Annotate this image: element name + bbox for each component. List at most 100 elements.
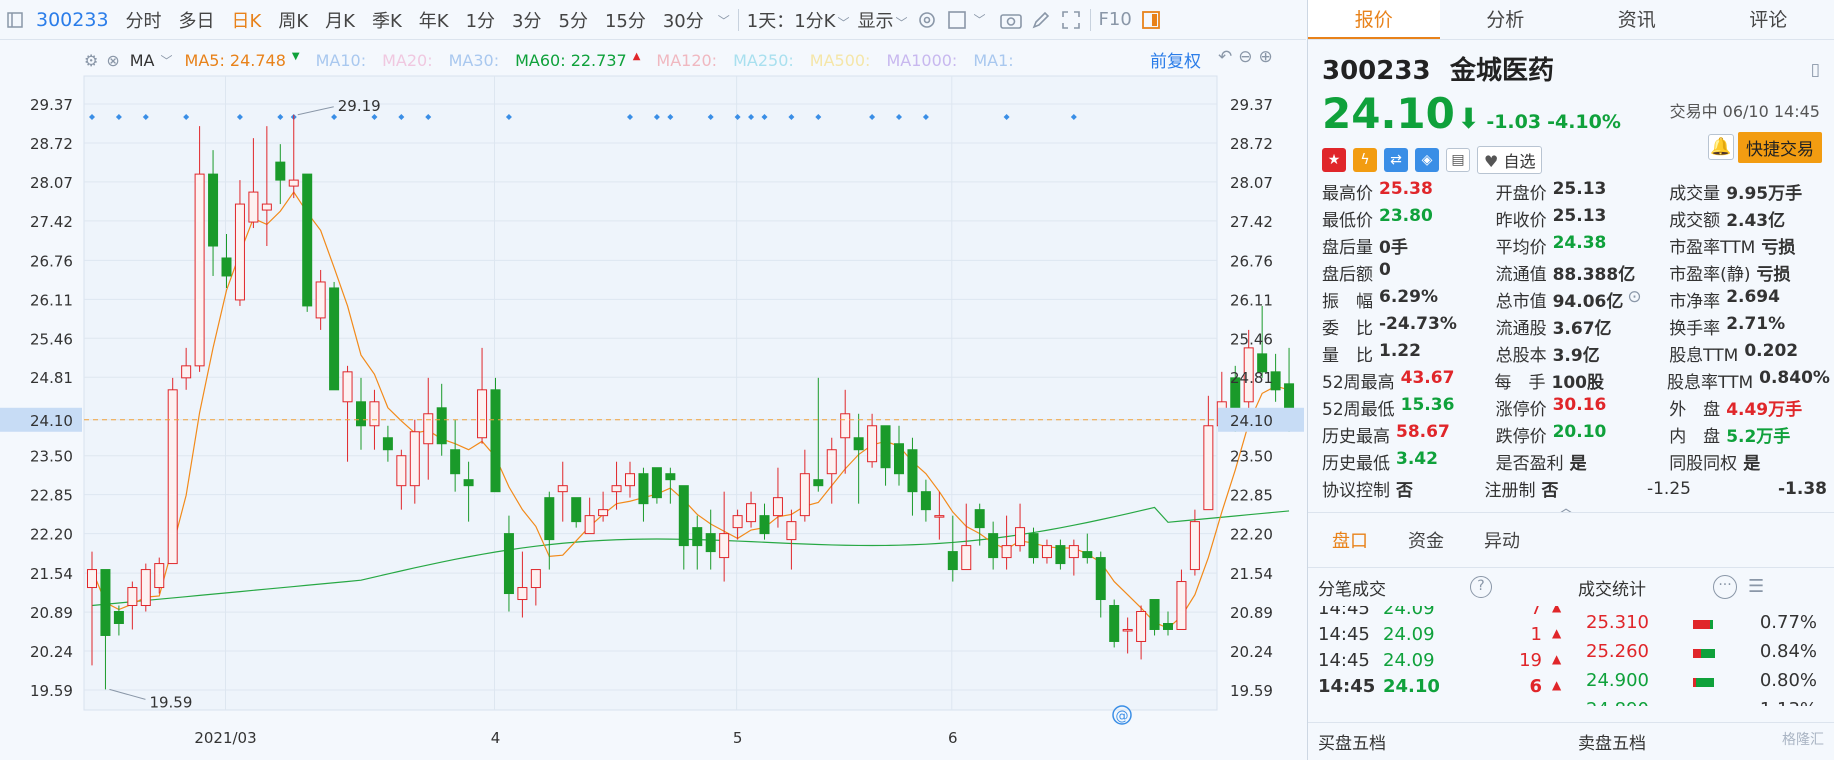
- stock-code-tab[interactable]: 300233: [30, 9, 117, 31]
- fullscreen-icon[interactable]: [1056, 5, 1086, 35]
- gear-icon[interactable]: [912, 5, 942, 35]
- sell-five-tab[interactable]: 卖盘五档: [1578, 729, 1646, 754]
- y-tick-label: 28.07: [1230, 174, 1273, 192]
- panel-layout-icon[interactable]: ▯: [1811, 60, 1820, 80]
- ma-legend-item: MA10:: [315, 50, 367, 70]
- y-tick-label: 20.89: [30, 604, 73, 622]
- stat-cell: 盘后量 0手: [1322, 233, 1496, 258]
- stat-cell: 同股同权是: [1669, 449, 1827, 474]
- period-tab[interactable]: 30分: [654, 7, 712, 33]
- ma-legend-item: MA30:: [448, 50, 500, 70]
- trade-volume: 7: [1530, 606, 1542, 619]
- volume-bar: [1693, 649, 1715, 658]
- display-select[interactable]: 显示 ﹀: [854, 7, 912, 33]
- panel-tab[interactable]: 资金: [1408, 527, 1444, 553]
- add-watchlist-button[interactable]: ♥ 自选: [1477, 146, 1543, 174]
- undo-icon[interactable]: ↶: [1218, 47, 1232, 67]
- chevron-down-icon[interactable]: ﹀: [974, 11, 986, 28]
- y-tick-label: 22.85: [1230, 487, 1273, 505]
- period-tab[interactable]: 多日: [170, 7, 223, 33]
- close-icon[interactable]: ⊗: [106, 51, 119, 70]
- bell-icon[interactable]: 🔔: [1708, 134, 1734, 160]
- chart-toolbar: 300233 分时 多日 日K 周K 月K 季K 年K 1分 3分 5分 15分 30分 ﹀ 1天：1…: [0, 0, 1306, 40]
- square-icon[interactable]: [942, 5, 972, 35]
- candle-body: [571, 497, 582, 523]
- tag-icon[interactable]: ◈: [1415, 148, 1439, 172]
- buy-five-tab[interactable]: 买盘五档: [1318, 729, 1386, 754]
- period-tab[interactable]: 分时: [117, 7, 170, 33]
- y-tick-label: 28.07: [30, 174, 73, 192]
- app-window: 300233 分时 多日 日K 周K 月K 季K 年K 1分 3分 5分 15分 30分 ﹀ 1天：1…: [0, 0, 1834, 760]
- stat-row: 最低价 23.80 昨收价 25.13 成交额 2.43亿: [1322, 205, 1827, 232]
- stat-row: 历史最低 3.42 是否盈利是同股同权是: [1322, 448, 1827, 475]
- chevron-down-icon[interactable]: ﹀: [161, 52, 173, 69]
- period-dropdown[interactable]: ﹀: [712, 9, 734, 30]
- quote-tab[interactable]: 评论: [1703, 0, 1834, 39]
- more-icon[interactable]: ···: [1713, 575, 1737, 599]
- trade-price: 24.09: [1383, 650, 1435, 671]
- quote-tabs: 报价 分析 资讯 评论: [1308, 0, 1834, 40]
- high-annotation: 29.19: [338, 97, 381, 115]
- ma-legend-item: MA1:: [973, 50, 1014, 70]
- list-item: 25.260 0.84%: [1578, 641, 1834, 667]
- stat-value: 23.80: [1379, 206, 1433, 226]
- period-tab[interactable]: 日K: [223, 7, 270, 33]
- panel-toggle-icon[interactable]: [1136, 5, 1166, 35]
- stat-cell: 昨收价 25.13: [1496, 206, 1670, 231]
- y-tick-label: 27.42: [30, 213, 73, 231]
- period-tab[interactable]: 5分: [550, 7, 596, 33]
- panel-tab[interactable]: 异动: [1484, 527, 1520, 553]
- china-flag-icon[interactable]: ★: [1322, 148, 1346, 172]
- period-tab[interactable]: 1分: [457, 7, 503, 33]
- pencil-icon[interactable]: [1026, 5, 1056, 35]
- period-tab[interactable]: 年K: [410, 7, 457, 33]
- interval-select[interactable]: 1天：1分K ﹀: [743, 7, 854, 33]
- list-icon[interactable]: ☰: [1748, 576, 1764, 597]
- stat-price: 25.260: [1586, 641, 1649, 662]
- stat-label: 历史最高: [1322, 427, 1390, 447]
- stat-value: 6.29%: [1379, 287, 1438, 307]
- stat-value: 15.36: [1400, 395, 1455, 415]
- candle-body: [154, 563, 165, 589]
- volume-stats-list[interactable]: 25.310 0.77% 25.260 0.84% 24.900 0.80% 24.890 1…: [1578, 606, 1834, 706]
- adjust-mode-button[interactable]: 前复权: [1150, 47, 1201, 72]
- period-tab[interactable]: 3分: [503, 7, 549, 33]
- kline-chart[interactable]: 29.37 29.37 28.72 28.72 28.07 28.07 27.42 27.42…: [0, 41, 1306, 760]
- list-item: 24.900 0.80%: [1578, 670, 1834, 696]
- zoom-in-icon[interactable]: ⊕: [1259, 47, 1273, 67]
- period-tab[interactable]: 季K: [363, 7, 410, 33]
- stat-cell: 跌停价 20.10: [1496, 422, 1670, 447]
- candle-body: [1095, 557, 1106, 601]
- period-tab[interactable]: 15分: [596, 7, 654, 33]
- period-tab[interactable]: 月K: [316, 7, 363, 33]
- bookmark-icon[interactable]: ▤: [1446, 148, 1470, 172]
- quote-tab[interactable]: 报价: [1308, 0, 1440, 39]
- help-icon[interactable]: ?: [1470, 576, 1492, 598]
- stat-value: 否: [1541, 481, 1559, 501]
- stat-cell: 52周最高 43.67: [1322, 368, 1495, 393]
- candle-body: [194, 173, 205, 367]
- more-icon[interactable]: ⊙: [1627, 287, 1641, 312]
- candle-body: [907, 449, 918, 493]
- quote-tab[interactable]: 分析: [1440, 0, 1572, 39]
- quick-trade-button[interactable]: 快捷交易: [1738, 132, 1822, 163]
- shuffle-icon[interactable]: ⇄: [1384, 148, 1408, 172]
- f10-button[interactable]: F10: [1095, 9, 1136, 30]
- ma-legend: ⚙ ⊗ MA ﹀ MA5: 24.748 ▼ MA10: MA20: MA30: MA60…: [84, 45, 1030, 75]
- stat-label: 同股同权: [1669, 454, 1738, 474]
- camera-icon[interactable]: [996, 5, 1026, 35]
- tick-trades-list[interactable]: 14:45 24.09 7 ▲ 14:45 24.09 1 ▲ 14:45 24.09 19 ▲ 14:…: [1308, 606, 1572, 706]
- kline-svg[interactable]: 29.37 29.37 28.72 28.72 28.07 28.07 27.42 27.42…: [0, 41, 1306, 760]
- period-tab[interactable]: 周K: [269, 7, 316, 33]
- panel-tab[interactable]: 盘口: [1332, 527, 1368, 553]
- stat-label: 市盈率(静): [1669, 265, 1751, 285]
- candle-body: [867, 425, 878, 463]
- zoom-out-icon[interactable]: ⊖: [1238, 47, 1252, 67]
- settings-icon[interactable]: ⚙: [84, 51, 98, 70]
- quote-tab[interactable]: 资讯: [1571, 0, 1703, 39]
- stat-cell: 市盈率(静) 亏损: [1669, 260, 1827, 285]
- lightning-icon[interactable]: ϟ: [1353, 148, 1377, 172]
- ma-items: MA5: 24.748 ▼ MA10: MA20: MA30: MA60: 22.737 ▲…: [185, 51, 1030, 70]
- sidebar-toggle-icon[interactable]: [0, 5, 30, 35]
- divider: [1089, 8, 1091, 31]
